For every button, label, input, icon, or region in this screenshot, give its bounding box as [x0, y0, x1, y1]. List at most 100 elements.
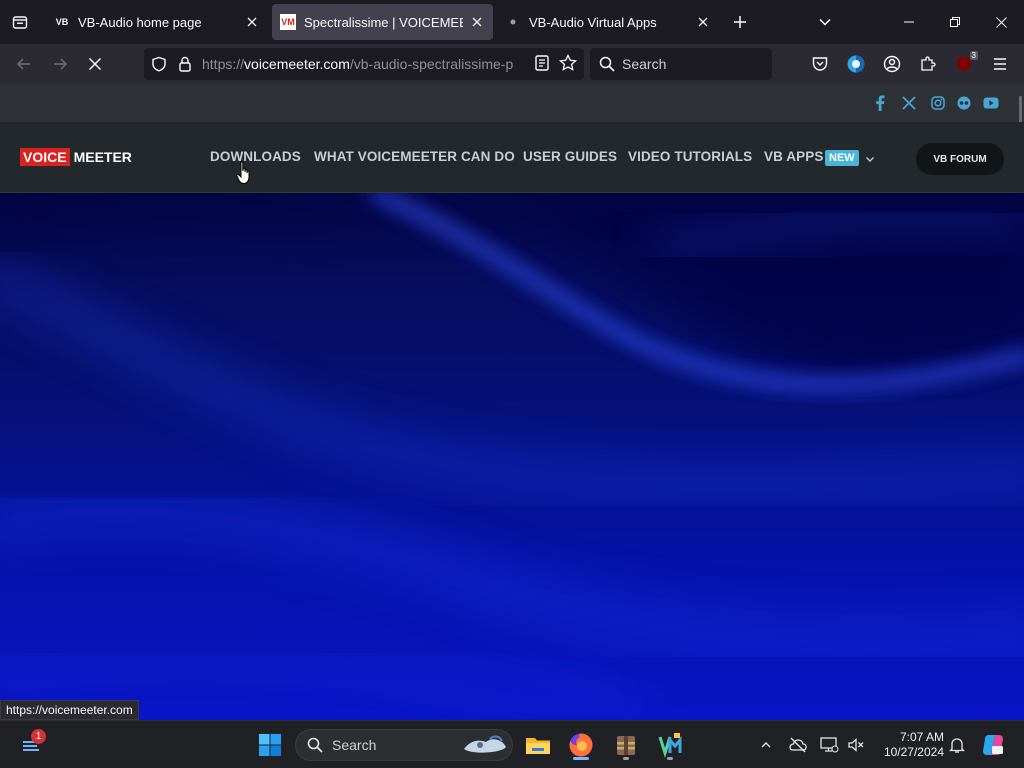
vm-logo-icon: VM [280, 14, 296, 30]
navigation-toolbar: https://voicemeeter.com/vb-audio-spectra… [0, 44, 1024, 84]
plus-icon [734, 16, 746, 28]
firefox-icon [569, 733, 593, 757]
instagram-icon[interactable] [929, 94, 947, 112]
flickr-icon[interactable] [955, 94, 973, 112]
reader-view-icon[interactable] [532, 53, 552, 78]
running-indicator [623, 757, 629, 760]
globe-extension-icon [847, 55, 865, 73]
extensions-button[interactable] [914, 50, 942, 78]
cloud-offline-icon [789, 737, 807, 753]
start-button[interactable] [254, 729, 286, 761]
clock-time: 7:07 AM [899, 730, 944, 744]
monitor-icon [820, 737, 839, 753]
account-icon [883, 55, 901, 73]
forward-button[interactable] [46, 50, 74, 78]
vb-forum-button[interactable]: VB FORUM [916, 143, 1004, 175]
pocket-icon [812, 57, 828, 71]
url-text[interactable]: https://voicemeeter.com/vb-audio-spectra… [202, 56, 518, 72]
tracking-shield-icon[interactable] [148, 53, 170, 75]
firefox-view-icon [12, 16, 28, 29]
volume-tray-icon[interactable] [845, 733, 867, 757]
firefox-view-button[interactable] [6, 8, 34, 36]
notifications-button[interactable] [946, 733, 968, 757]
taskbar-clock[interactable]: 7:07 AM 10/27/2024 [874, 730, 944, 760]
facebook-icon[interactable] [871, 94, 889, 112]
stop-loading-button[interactable] [81, 50, 109, 78]
tab-spectralissime[interactable]: VM Spectralissime | VOICEMEETER [272, 4, 493, 40]
nav-downloads[interactable]: DOWNLOADS [210, 149, 301, 164]
url-path: /vb-audio-spectralissime-p [349, 56, 514, 72]
speaker-muted-icon [848, 738, 864, 752]
close-icon [247, 17, 257, 27]
hero-background [0, 193, 1024, 720]
clock-date: 10/27/2024 [883, 745, 944, 759]
copilot-button[interactable] [980, 733, 1006, 757]
winrar-taskbar-button[interactable] [610, 729, 642, 761]
nav-vb-apps[interactable]: VB APPS [764, 149, 823, 164]
nav-video-tutorials[interactable]: VIDEO TUTORIALS [628, 149, 752, 164]
site-top-bar [0, 84, 1024, 136]
site-navigation: VOICE MEETER DOWNLOADS WHAT VOICEMEETER … [0, 122, 1024, 193]
minimize-icon [904, 21, 914, 23]
close-icon [698, 17, 708, 27]
url-actions [532, 53, 578, 78]
screen: VB VB-Audio home page VM Spectralissime … [0, 0, 1024, 768]
tab-vb-audio-home[interactable]: VB VB-Audio home page [46, 4, 268, 40]
logo-voice: VOICE [20, 148, 70, 166]
tab-strip: VB VB-Audio home page VM Spectralissime … [0, 0, 1024, 44]
running-indicator [667, 757, 673, 760]
back-button[interactable] [10, 50, 38, 78]
tab-vb-audio-virtual-apps[interactable]: VB-Audio Virtual Apps [497, 4, 719, 40]
app-menu-button[interactable] [986, 50, 1014, 78]
url-bar[interactable]: https://voicemeeter.com/vb-audio-spectra… [144, 48, 584, 80]
show-hidden-icons-button[interactable] [755, 733, 777, 757]
chevron-up-icon [761, 742, 771, 748]
close-icon [472, 17, 482, 27]
chevron-down-icon[interactable] [864, 153, 876, 165]
account-button[interactable] [878, 50, 906, 78]
close-tab-button[interactable] [244, 14, 260, 30]
display-tray-icon[interactable] [818, 733, 840, 757]
x-icon[interactable] [900, 94, 918, 112]
bookmark-star-icon[interactable] [558, 53, 578, 78]
firefox-taskbar-button[interactable] [565, 729, 597, 761]
pocket-button[interactable] [806, 50, 834, 78]
voicemeeter-logo[interactable]: VOICE MEETER [20, 148, 132, 166]
nav-user-guides[interactable]: USER GUIDES [523, 149, 617, 164]
nav-what-voicemeeter-can-do[interactable]: WHAT VOICEMEETER CAN DO [314, 149, 515, 164]
tab-title: VB-Audio home page [78, 14, 202, 30]
list-all-tabs-button[interactable] [812, 9, 838, 35]
ublock-extension-button[interactable]: 3 [950, 50, 978, 78]
restore-button[interactable] [932, 0, 978, 44]
voicemeeter-app-icon [658, 733, 682, 758]
hamburger-icon [994, 58, 1006, 70]
close-icon [995, 16, 1007, 28]
taskbar-search-placeholder: Search [332, 737, 377, 753]
new-tab-button[interactable] [727, 9, 753, 35]
tab-title: VB-Audio Virtual Apps [529, 14, 657, 30]
onedrive-tray-icon[interactable] [787, 733, 809, 757]
extension-badge: 3 [969, 51, 978, 60]
url-host: voicemeeter.com [244, 56, 350, 72]
close-tab-button[interactable] [469, 14, 485, 30]
file-explorer-button[interactable] [522, 729, 554, 761]
taskbar-search-box[interactable]: Search [295, 729, 513, 761]
chevron-down-icon [819, 18, 831, 26]
search-bar[interactable]: Search [590, 48, 772, 80]
search-icon [599, 56, 615, 72]
close-window-button[interactable] [978, 0, 1024, 44]
restore-icon [950, 17, 960, 27]
close-tab-button[interactable] [695, 14, 711, 30]
voicemeeter-taskbar-button[interactable] [654, 729, 686, 761]
puzzle-icon [921, 56, 936, 71]
widgets-notification-badge: 1 [31, 729, 46, 744]
vpn-extension-button[interactable] [842, 50, 870, 78]
windows-taskbar: Search 7:07 AM 10/27/2024 [0, 720, 1024, 768]
minimize-button[interactable] [886, 0, 932, 44]
lock-icon[interactable] [174, 53, 196, 75]
youtube-icon[interactable] [982, 94, 1000, 112]
arrow-right-icon [54, 58, 68, 70]
copilot-icon [983, 735, 1003, 755]
running-indicator [573, 757, 589, 760]
loading-dot-icon [505, 14, 521, 30]
